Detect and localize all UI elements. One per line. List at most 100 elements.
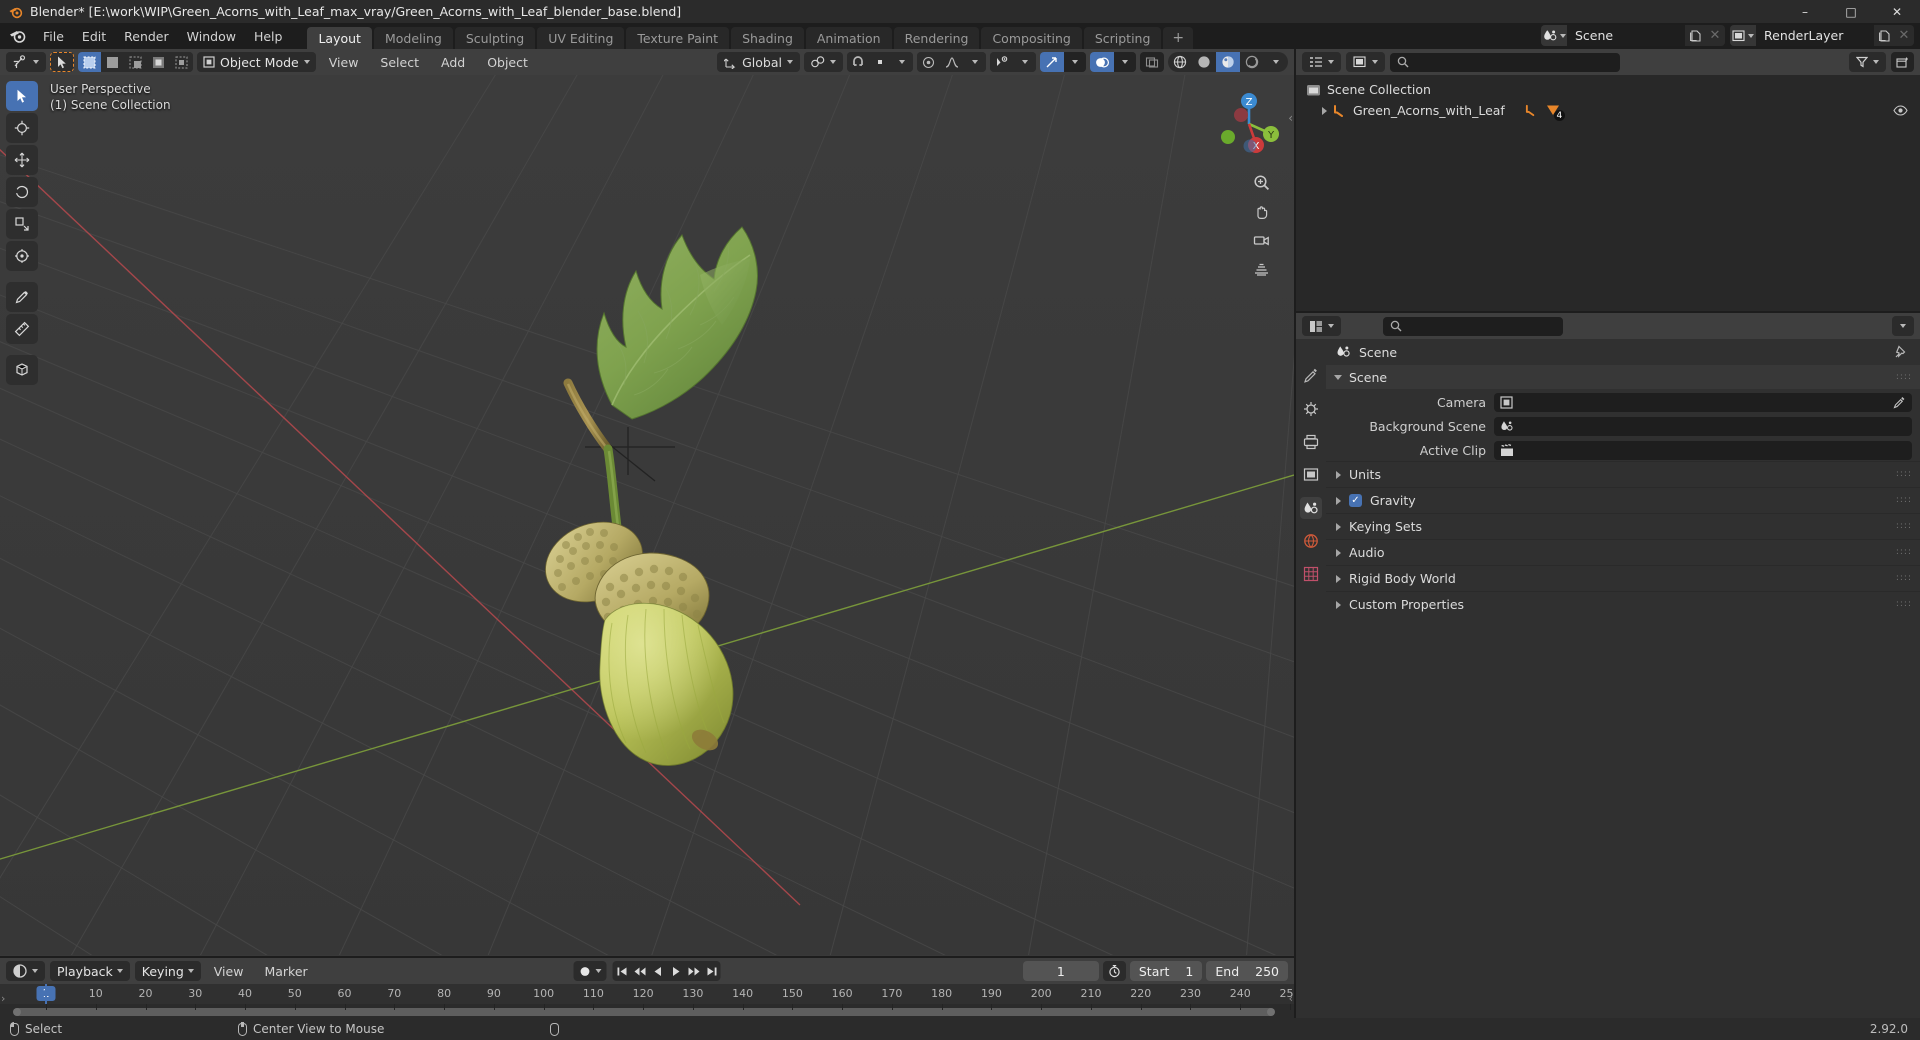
workspace-tab-scripting[interactable]: Scripting (1083, 27, 1162, 49)
timeline-editor-type-selector[interactable] (6, 961, 45, 981)
tab-world[interactable] (1300, 530, 1322, 552)
menu-render[interactable]: Render (115, 26, 178, 47)
camera-eyedropper-icon[interactable] (1893, 396, 1906, 409)
toggle-xray-icon[interactable] (1140, 52, 1164, 72)
playback-menu[interactable]: Playback (50, 961, 130, 981)
workspace-tab-shading[interactable]: Shading (731, 27, 804, 49)
minimize-button[interactable]: – (1782, 0, 1828, 23)
proportional-falloff-icon[interactable] (940, 52, 964, 72)
scrollbar-right-handle[interactable] (1267, 1008, 1275, 1016)
scrollbar-left-handle[interactable] (13, 1008, 21, 1016)
workspace-tab-compositing[interactable]: Compositing (981, 27, 1082, 49)
keying-menu[interactable]: Keying (134, 961, 201, 981)
shading-material-preview-icon[interactable] (1216, 52, 1240, 72)
properties-panel-custom-properties[interactable]: Custom Properties:::: (1326, 591, 1920, 617)
navigation-gizmo[interactable]: Z Y X (1214, 89, 1284, 159)
properties-panel-rigid-body-world[interactable]: Rigid Body World:::: (1326, 565, 1920, 591)
new-collection-button[interactable] (1891, 52, 1914, 72)
visibility-eye-icon[interactable] (1893, 105, 1908, 116)
timeline-menu-view[interactable]: View (206, 962, 252, 981)
viewport-menu-object[interactable]: Object (478, 52, 537, 73)
end-frame-field[interactable]: End 250 (1206, 961, 1288, 981)
camera-view-icon[interactable] (1250, 229, 1272, 251)
menu-edit[interactable]: Edit (73, 26, 115, 47)
outliner-editor-type-selector[interactable] (1302, 52, 1341, 72)
workspace-tab-rendering[interactable]: Rendering (893, 27, 980, 49)
play-reverse-button[interactable] (649, 961, 667, 981)
menu-file[interactable]: File (34, 26, 73, 47)
snap-element-icon[interactable] (869, 52, 891, 72)
blender-logo-icon[interactable] (8, 26, 28, 46)
add-workspace-button[interactable]: + (1163, 27, 1194, 49)
tab-texture[interactable] (1300, 563, 1322, 585)
active-clip-field[interactable] (1494, 440, 1912, 460)
menu-window[interactable]: Window (178, 26, 245, 47)
properties-panel-keying-sets[interactable]: Keying Sets:::: (1326, 513, 1920, 539)
snap-options-chevron-icon[interactable] (891, 52, 913, 72)
workspace-tab-uv-editing[interactable]: UV Editing (537, 27, 625, 49)
modifier-icon[interactable]: 4 (1546, 104, 1565, 121)
expand-triangle-icon[interactable] (1322, 106, 1327, 115)
current-frame-field[interactable]: 1 (1022, 961, 1099, 981)
tool-rotate[interactable] (6, 177, 38, 207)
panel-expand-triangle-icon[interactable] (1336, 470, 1341, 479)
scene-name[interactable]: Scene (1567, 25, 1685, 46)
scene-selector[interactable]: Scene ✕ (1541, 25, 1725, 46)
timeline-playhead[interactable] (45, 984, 47, 1004)
tab-scene[interactable] (1300, 497, 1322, 519)
tool-transform[interactable] (6, 241, 38, 271)
proportional-edit-icon[interactable] (917, 52, 940, 72)
workspace-tab-animation[interactable]: Animation (805, 27, 892, 49)
workspace-tab-layout[interactable]: Layout (307, 27, 372, 49)
snap-magnet-icon[interactable] (847, 52, 869, 72)
tweak-tool-button[interactable] (50, 52, 74, 72)
tool-measure[interactable] (6, 314, 38, 344)
viewport-menu-select[interactable]: Select (371, 52, 428, 73)
properties-panel-gravity[interactable]: ✓ Gravity:::: (1326, 487, 1920, 513)
timeline-right-toggle[interactable]: ‹ (1289, 992, 1293, 1005)
editor-type-selector[interactable] (6, 52, 46, 72)
tool-select-box[interactable] (6, 81, 38, 111)
properties-options-chevron-icon[interactable] (1892, 316, 1914, 336)
viewlayer-selector[interactable]: RenderLayer ✕ (1730, 25, 1914, 46)
transform-orientation-selector[interactable]: Global (717, 52, 800, 72)
menu-help[interactable]: Help (245, 26, 292, 47)
object-visibility-icon[interactable] (990, 52, 1014, 72)
jump-to-start-button[interactable] (613, 961, 631, 981)
viewport-sidebar-toggle[interactable]: ‹ (1288, 111, 1293, 125)
falloff-chevron-icon[interactable] (964, 52, 986, 72)
outliner-row-object[interactable]: Green_Acorns_with_Leaf 4 (1296, 100, 1920, 121)
zoom-view-icon[interactable] (1250, 171, 1272, 193)
viewport-menu-add[interactable]: Add (432, 52, 474, 73)
panel-expand-triangle-icon[interactable] (1336, 496, 1341, 505)
background-scene-field[interactable] (1494, 416, 1912, 436)
outliner-search-input[interactable] (1390, 52, 1620, 72)
shading-solid-icon[interactable] (1192, 52, 1216, 72)
use-preview-range-button[interactable] (1102, 961, 1126, 981)
play-button[interactable] (667, 961, 685, 981)
select-invert-button[interactable] (147, 52, 170, 72)
workspace-tab-sculpting[interactable]: Sculpting (454, 27, 536, 49)
panel-expand-triangle-icon[interactable] (1336, 600, 1341, 609)
tab-output[interactable] (1300, 431, 1322, 453)
close-button[interactable]: ✕ (1874, 0, 1920, 23)
new-viewlayer-button[interactable] (1874, 25, 1894, 46)
snap-target-selector[interactable] (804, 52, 843, 72)
shading-rendered-icon[interactable] (1240, 52, 1264, 72)
viewlayer-name[interactable]: RenderLayer (1756, 25, 1874, 46)
properties-panel-audio[interactable]: Audio:::: (1326, 539, 1920, 565)
tab-tool[interactable] (1300, 365, 1322, 387)
camera-field[interactable] (1494, 392, 1912, 412)
frame-range-fields[interactable]: Start 1 (1129, 961, 1203, 981)
delete-viewlayer-button[interactable]: ✕ (1894, 25, 1914, 46)
jump-to-end-button[interactable] (703, 961, 721, 981)
object-data-icon[interactable] (1525, 104, 1538, 117)
3d-viewport[interactable]: User Perspective (1) Scene Collection Z … (0, 75, 1294, 956)
panel-checkbox[interactable]: ✓ (1349, 494, 1362, 507)
maximize-button[interactable]: □ (1828, 0, 1874, 23)
properties-editor-type-selector[interactable] (1302, 316, 1341, 336)
next-keyframe-button[interactable] (685, 961, 703, 981)
properties-panel-units[interactable]: Units:::: (1326, 461, 1920, 487)
pin-icon[interactable] (1894, 345, 1908, 359)
outliner-row-scene-collection[interactable]: Scene Collection (1296, 79, 1920, 100)
